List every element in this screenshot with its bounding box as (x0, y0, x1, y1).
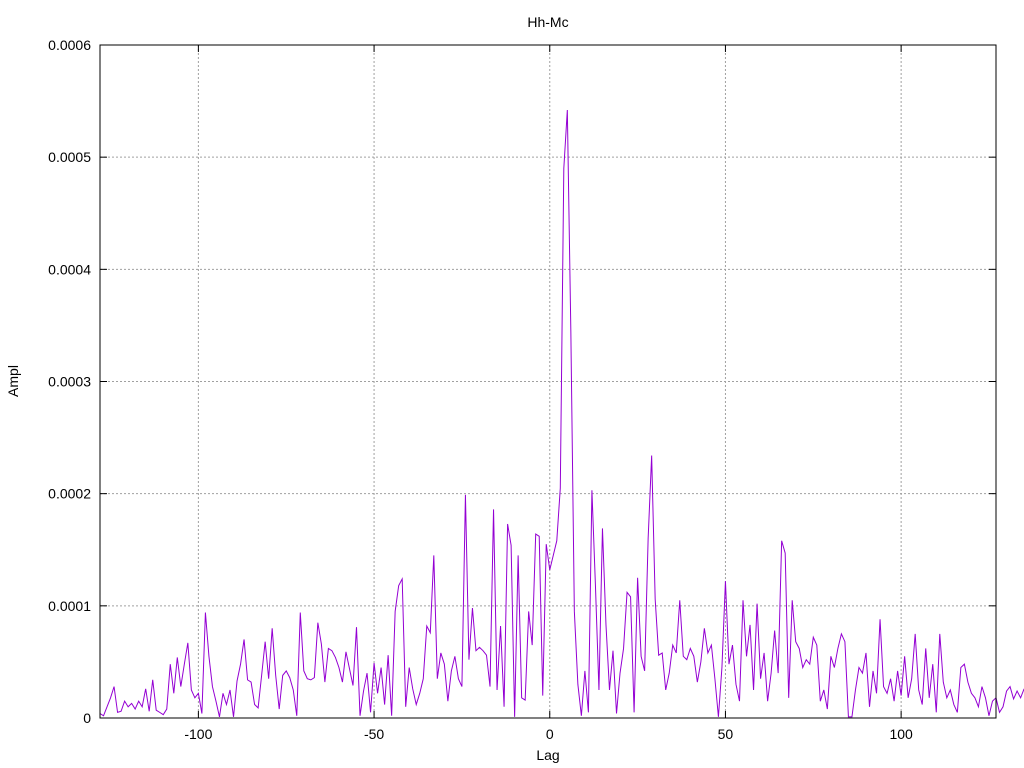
y-tick-label: 0.0004 (48, 261, 91, 277)
y-tick-label: 0.0005 (48, 149, 91, 165)
grid-lines (100, 45, 996, 718)
series-line-hh-mc (99, 110, 1024, 718)
cross-correlation-chart: -100 -50 0 50 100 0 0.0001 0.0002 0.0003 0.0004 0.… (5, 14, 1024, 763)
x-axis-title: Lag (536, 747, 559, 763)
y-axis-title: Ampl (5, 365, 21, 397)
y-tick-label: 0.0001 (48, 598, 91, 614)
x-tick-label: 100 (889, 726, 913, 742)
y-tick-label: 0 (83, 710, 91, 726)
chart-title: Hh-Mc (527, 14, 568, 30)
y-tick-label: 0.0002 (48, 486, 91, 502)
y-tick-label: 0.0003 (48, 374, 91, 390)
axis-ticks: -100 -50 0 50 100 0 0.0001 0.0002 0.0003 0.0004 0.… (48, 37, 996, 742)
x-tick-label: -100 (184, 726, 212, 742)
x-tick-label: 50 (718, 726, 734, 742)
x-tick-label: 0 (546, 726, 554, 742)
y-tick-label: 0.0006 (48, 37, 91, 53)
x-tick-label: -50 (364, 726, 384, 742)
